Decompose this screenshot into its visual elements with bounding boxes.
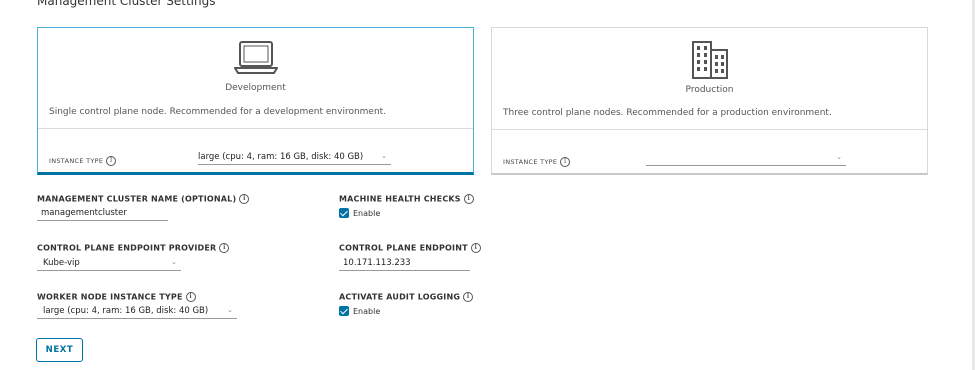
card-title: Development xyxy=(225,83,286,93)
info-icon[interactable]: i xyxy=(470,243,481,253)
checkbox-checked-icon[interactable] xyxy=(339,208,349,218)
cluster-name-input[interactable]: managementcluster xyxy=(37,208,168,221)
info-icon[interactable]: i xyxy=(219,243,230,253)
machine-health-checkbox[interactable]: Enable xyxy=(339,208,380,218)
card-description: Single control plane node. Recommended f… xyxy=(49,107,387,117)
chevron-down-icon: ⌄ xyxy=(836,153,842,161)
chevron-down-icon: ⌄ xyxy=(381,152,387,160)
audit-logging-label: ACTIVATE AUDIT LOGGING i xyxy=(339,292,474,302)
info-icon[interactable]: i xyxy=(463,194,474,204)
section-title: Management Cluster Settings xyxy=(37,0,216,8)
card-description: Three control plane nodes. Recommended f… xyxy=(503,108,832,118)
development-card[interactable]: Development Single control plane node. R… xyxy=(37,27,474,175)
endpoint-label: CONTROL PLANE ENDPOINT i xyxy=(339,243,481,253)
chevron-down-icon: ⌄ xyxy=(171,258,177,266)
building-icon xyxy=(690,40,730,84)
worker-instance-select[interactable]: large (cpu: 4, ram: 16 GB, disk: 40 GB) … xyxy=(37,306,237,319)
instance-type-label: INSTANCE TYPE i xyxy=(503,157,571,167)
cluster-name-label: MANAGEMENT CLUSTER NAME (OPTIONAL) i xyxy=(37,194,250,204)
endpoint-input[interactable]: 10.171.113.233 xyxy=(339,258,470,271)
audit-logging-checkbox[interactable]: Enable xyxy=(339,306,380,316)
info-icon[interactable]: i xyxy=(239,194,250,204)
production-card[interactable]: Production Three control plane nodes. Re… xyxy=(491,27,928,175)
checkbox-label: Enable xyxy=(353,306,381,316)
endpoint-provider-value: Kube-vip xyxy=(43,258,80,268)
info-icon[interactable]: i xyxy=(106,156,117,166)
card-divider xyxy=(38,128,473,129)
info-icon[interactable]: i xyxy=(560,157,571,167)
worker-instance-value: large (cpu: 4, ram: 16 GB, disk: 40 GB) xyxy=(43,306,209,316)
instance-type-label: INSTANCE TYPE i xyxy=(49,156,117,166)
card-divider xyxy=(492,129,927,130)
next-button[interactable]: NEXT xyxy=(36,338,83,362)
instance-type-value: large (cpu: 4, ram: 16 GB, disk: 40 GB) xyxy=(198,152,364,162)
chevron-down-icon: ⌄ xyxy=(227,306,233,314)
laptop-icon xyxy=(232,40,279,80)
endpoint-provider-label: CONTROL PLANE ENDPOINT PROVIDER i xyxy=(37,243,230,253)
instance-type-select[interactable]: large (cpu: 4, ram: 16 GB, disk: 40 GB) … xyxy=(198,152,391,165)
checkbox-checked-icon[interactable] xyxy=(339,306,349,316)
worker-instance-label: WORKER NODE INSTANCE TYPE i xyxy=(37,292,196,302)
info-icon[interactable]: i xyxy=(185,292,196,302)
checkbox-label: Enable xyxy=(353,208,381,218)
info-icon[interactable]: i xyxy=(463,292,474,302)
card-title: Production xyxy=(685,85,734,95)
instance-type-select[interactable]: ⌄ xyxy=(646,153,846,166)
machine-health-label: MACHINE HEALTH CHECKS i xyxy=(339,194,474,204)
endpoint-provider-select[interactable]: Kube-vip ⌄ xyxy=(37,258,181,271)
